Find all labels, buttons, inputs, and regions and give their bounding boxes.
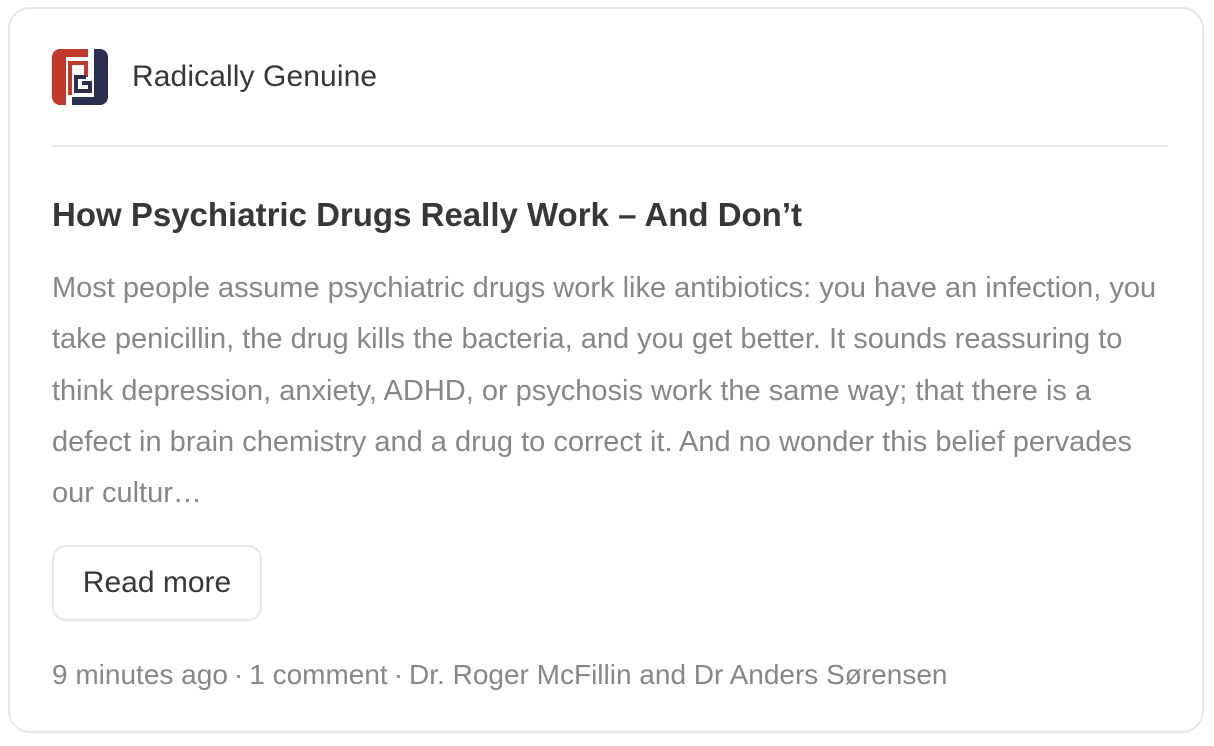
meta-separator: · [393, 659, 404, 690]
post-title[interactable]: How Psychiatric Drugs Really Work – And … [52, 193, 1168, 237]
meta-separator: · [233, 659, 244, 690]
publication-name[interactable]: Radically Genuine [132, 60, 377, 94]
post-time-ago: 9 minutes ago [52, 659, 228, 690]
comments-link[interactable]: 1 comment [249, 659, 388, 690]
radically-genuine-logo [52, 49, 108, 105]
publication-header: Radically Genuine [52, 49, 377, 105]
header-divider [52, 145, 1168, 147]
post-preview-card[interactable]: Radically Genuine How Psychiatric Drugs … [8, 7, 1204, 733]
post-meta: 9 minutes ago · 1 comment · Dr. Roger McFill… [52, 655, 947, 695]
read-more-button[interactable]: Read more [52, 545, 262, 621]
post-authors[interactable]: Dr. Roger McFillin and Dr Anders Sørense… [409, 659, 947, 690]
post-excerpt: Most people assume psychiatric drugs wor… [52, 272, 1157, 510]
